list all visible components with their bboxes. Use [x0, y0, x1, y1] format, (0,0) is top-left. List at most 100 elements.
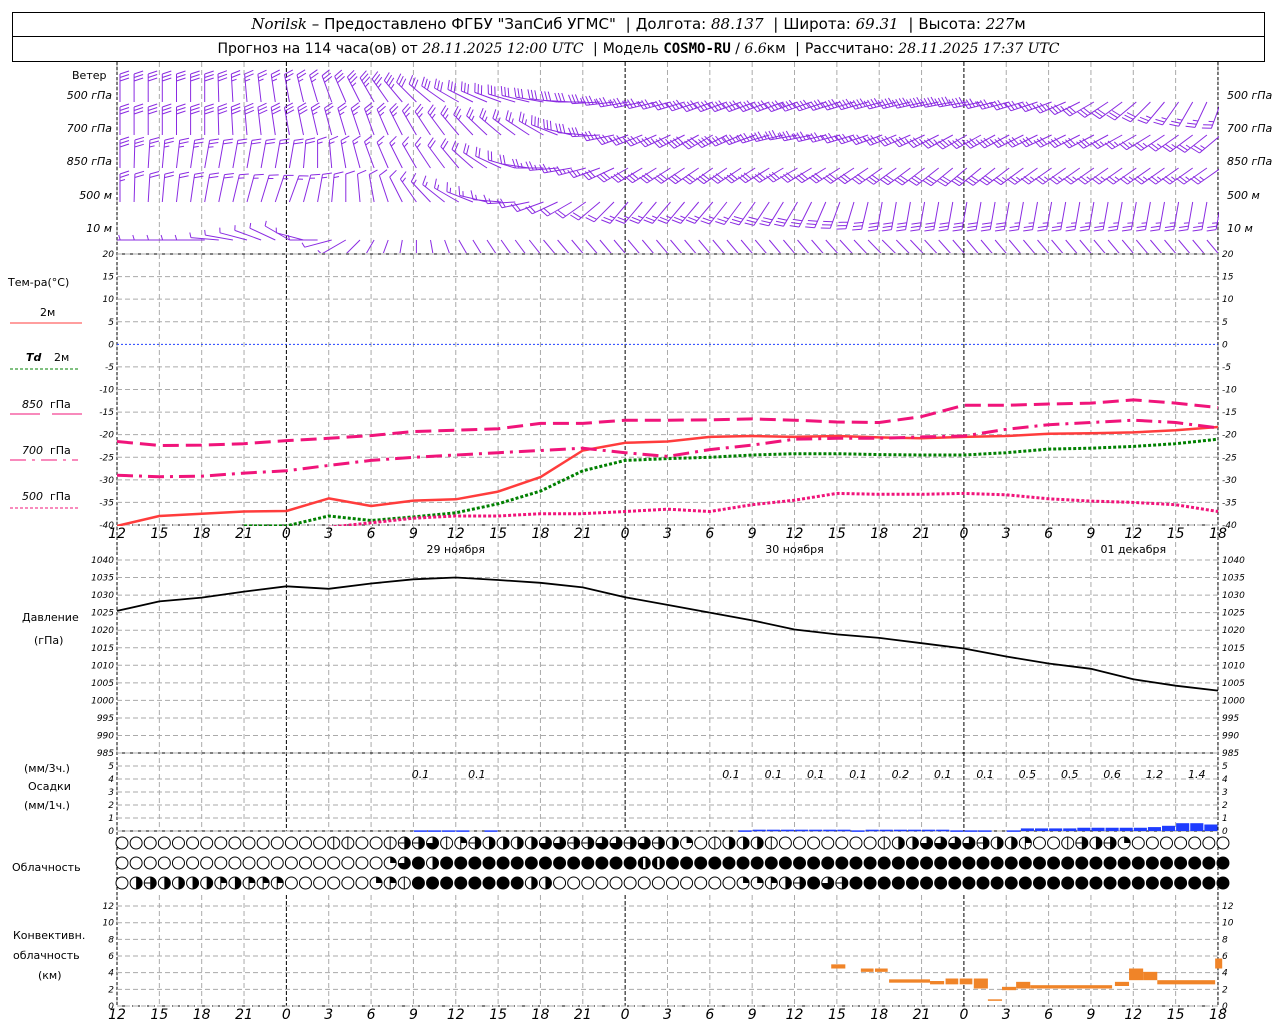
cloud-symbol — [637, 836, 651, 850]
wind-barb — [275, 227, 304, 241]
y-tick-label-left: -5 — [105, 363, 114, 373]
cloud-circle — [849, 856, 863, 870]
precip-bar — [780, 829, 795, 832]
cloud-fill — [220, 877, 227, 883]
precip-bar — [879, 829, 893, 832]
date-label: 30 ноября — [765, 543, 823, 556]
cloud-circle — [651, 876, 665, 890]
cloud-symbol — [1103, 856, 1117, 870]
cloud-circle — [171, 856, 185, 870]
cloud-circle — [1145, 876, 1159, 890]
wind-barb — [359, 70, 375, 103]
x-tick-label: 9 — [1086, 526, 1095, 542]
cloud-circle — [694, 876, 708, 890]
cloud-circle — [496, 856, 510, 870]
wind-barb — [297, 102, 308, 136]
cloud-symbol — [341, 856, 355, 870]
x-tick-label: 3 — [663, 526, 672, 542]
cloud-symbol — [1202, 856, 1216, 870]
cloud-symbol — [327, 856, 341, 870]
cloud-circle — [1188, 836, 1202, 850]
precip-bar — [823, 829, 837, 832]
y-tick-label-right: 12 — [1222, 902, 1234, 912]
wind-barb — [147, 103, 158, 135]
cloud-symbol — [115, 876, 129, 890]
cloud-circle — [609, 856, 623, 870]
cloud-symbol — [722, 836, 736, 850]
cloud-circle — [270, 856, 284, 870]
cloud-circle — [750, 856, 764, 870]
wind-barb — [1079, 239, 1092, 253]
wind-barb — [260, 138, 276, 169]
wind-barb — [1153, 101, 1180, 126]
cloud-circle — [877, 876, 891, 890]
cloud-symbol — [1216, 836, 1230, 850]
x-tick-label: 6 — [1044, 1007, 1053, 1023]
cloud-fill — [757, 877, 764, 883]
y-tick-label-left: 1000 — [91, 696, 114, 706]
cloud-fill — [460, 837, 467, 843]
cloud-symbol — [454, 836, 468, 850]
precip-bar — [809, 829, 823, 832]
temp-series-td2m — [244, 437, 1219, 526]
cloud-fill — [983, 837, 990, 849]
cloud-symbol — [849, 856, 863, 870]
x-tick-label: 21 — [913, 1007, 931, 1023]
cloud-symbol — [835, 856, 849, 870]
cloud-symbol — [651, 856, 665, 870]
pressure-label: Давление — [22, 611, 79, 624]
wind-barb — [350, 102, 361, 136]
precip-3h-unit: (мм/3ч.) — [24, 762, 70, 775]
x-tick-label: 18 — [532, 526, 550, 542]
cloud-circle — [680, 876, 694, 890]
cloud-fill — [587, 837, 594, 849]
cloud-circle — [1032, 856, 1046, 870]
cloud-symbol — [171, 856, 185, 870]
cloud-circle — [1117, 856, 1131, 870]
cloud-symbol — [440, 876, 454, 890]
y-tick-label-left: 1020 — [91, 626, 114, 636]
cloud-symbol — [1047, 856, 1061, 870]
wind-barb — [1206, 210, 1219, 232]
cloud-symbol — [313, 856, 327, 870]
x-tick-label: 18 — [870, 1007, 888, 1023]
cloud-symbol — [778, 856, 792, 870]
cloud-symbol — [553, 836, 567, 850]
wind-barb — [670, 239, 683, 253]
cloud-symbol — [524, 856, 538, 870]
y-tick-label-right: 2 — [1222, 985, 1228, 995]
y-tick-label-left: 1015 — [91, 644, 114, 654]
y-tick-label-right: 1040 — [1222, 556, 1245, 566]
convective-layer — [1016, 981, 1031, 989]
cloud-symbol — [1032, 876, 1046, 890]
cloud-fill — [545, 877, 552, 889]
wind-barb — [218, 138, 234, 169]
cloud-circle — [524, 856, 538, 870]
cloud-circle — [623, 856, 637, 870]
wind-level-label-left: 500 м — [79, 189, 112, 202]
cloud-fill — [136, 877, 143, 889]
cloud-circle — [567, 876, 581, 890]
x-tick-label: 21 — [913, 526, 931, 542]
cloud-symbol — [778, 876, 792, 890]
wind-barb — [303, 173, 321, 203]
wind-barb — [935, 134, 968, 150]
cloud-symbol — [1117, 856, 1131, 870]
cloud-circle — [976, 876, 990, 890]
x-tick-label: 0 — [621, 526, 630, 542]
wind-barb — [805, 201, 827, 229]
wind-barb — [364, 135, 375, 169]
wind-barb — [204, 138, 220, 169]
wind-barb — [882, 201, 897, 232]
y-tick-label-right: 2 — [1222, 801, 1228, 811]
x-tick-label: 21 — [574, 526, 592, 542]
cloud-fill — [771, 877, 778, 883]
wind-barb — [1106, 101, 1137, 121]
wind-barb — [780, 167, 812, 183]
cloud-symbol — [877, 856, 891, 870]
cloud-symbol — [1131, 836, 1145, 850]
y-tick-label-left: 1030 — [91, 591, 114, 601]
cloud-symbol — [637, 876, 651, 890]
precip-bar — [837, 829, 851, 832]
cloud-circle — [1103, 856, 1117, 870]
